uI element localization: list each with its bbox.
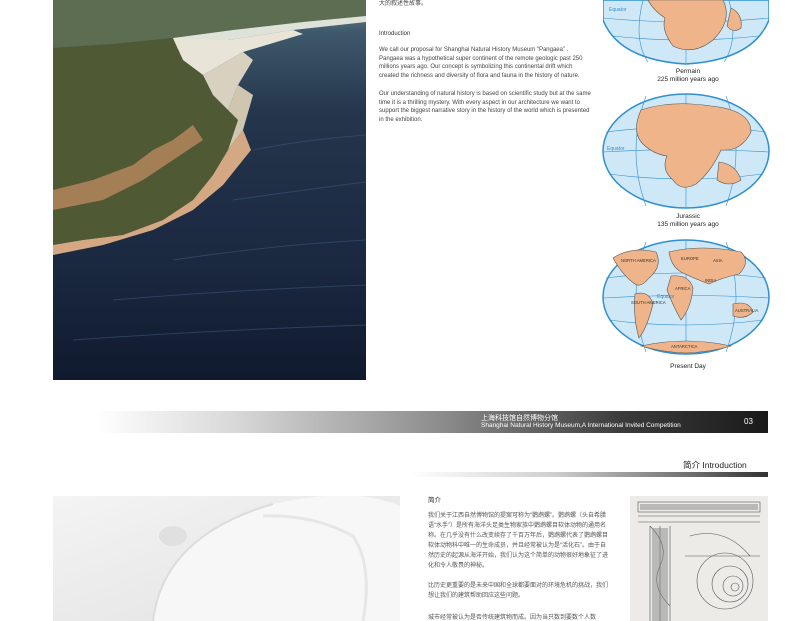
continent-label: INDIA: [705, 278, 716, 283]
continent-label: SOUTH AMERICA: [631, 300, 666, 305]
globe-age: 135 million years ago: [657, 221, 719, 228]
nautilus-shell-photo: [53, 496, 400, 621]
globe-caption-present: Present Day: [603, 363, 773, 371]
globe-period: Present Day: [670, 363, 706, 370]
continent-label: ASIA: [713, 258, 723, 263]
cn-paragraph: 城市经常被认为是否传统建筑物而成。因为当只数到要数个人数: [428, 615, 597, 621]
section-heading: 简介 Introduction: [683, 460, 747, 470]
equator-label: Equator: [609, 7, 627, 13]
globe-permian: Equator: [602, 0, 770, 66]
equator-label: Equator: [607, 146, 625, 152]
continent-label: NORTH AMERICA: [621, 258, 656, 263]
globe-period: Jurassic: [676, 213, 700, 220]
continent-label: ANTARCTICA: [671, 344, 698, 349]
intro-paragraph: We call our proposal for Shanghai Natura…: [379, 47, 583, 79]
cn-paragraph: 比历史更重要的是未来中国和全球都要面对的环境危机的挑战，我们想让我们的建筑帮助回…: [428, 583, 609, 599]
globe-age: 225 million years ago: [657, 76, 719, 83]
globe-caption-permian: Permain 225 million years ago: [603, 68, 773, 84]
chinese-text-fragment: 大的叙述性故事。: [379, 1, 428, 7]
intro-heading: Introduction: [379, 31, 411, 37]
cliff-coastline-photo: [53, 0, 366, 380]
equator-label: Equator: [657, 294, 675, 300]
section-divider: [410, 472, 768, 477]
continent-label: AUSTRALIA: [735, 308, 758, 313]
banner-title-en: Shanghai Natural History Museum,A Intern…: [481, 422, 681, 429]
continent-label: AFRICA: [675, 286, 691, 291]
globe-present-day: NORTH AMERICA EUROPE ASIA AFRICA SOUTH A…: [601, 238, 771, 356]
cn-section-title: 简介: [428, 497, 441, 504]
classical-column-sketch: [630, 496, 768, 621]
globe-jurassic: Equator: [601, 92, 771, 210]
continent-label: EUROPE: [681, 256, 699, 261]
globe-caption-jurassic: Jurassic 135 million years ago: [603, 213, 773, 229]
intro-paragraph: Our understanding of natural history is …: [379, 91, 591, 123]
globe-period: Permain: [675, 68, 701, 75]
page-number: 03: [744, 417, 753, 426]
cn-paragraph: 我们关于江西自然博物馆的提案可称为“鹦鹉螺”。鹦鹉螺（头自希腊语“水手”）是所有…: [428, 513, 609, 569]
